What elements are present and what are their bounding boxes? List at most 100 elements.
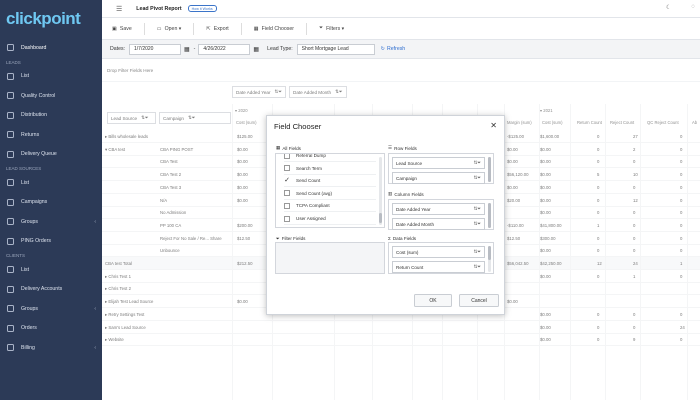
column-field-item[interactable]: Date Added Month ⇅⏷ <box>392 218 485 230</box>
cancel-button[interactable]: Cancel <box>459 294 499 307</box>
campaigns-icon <box>7 198 14 206</box>
calendar-icon[interactable]: ▦ <box>184 46 190 53</box>
field-checkbox[interactable] <box>284 190 290 197</box>
sort-filter-icon[interactable]: ⇅⏷ <box>474 160 481 166</box>
field-label: User Assigned <box>296 216 326 221</box>
column-field-item[interactable]: Date Added Year ⇅⏷ <box>392 203 485 215</box>
sidebar-item-orders[interactable]: Orders <box>0 319 102 339</box>
field-checkbox[interactable] <box>284 165 290 172</box>
dark-mode-icon[interactable]: ☾ <box>666 4 671 11</box>
lead-type-select[interactable]: Short Mortgage Lead <box>296 43 375 55</box>
field-chooser-button[interactable]: ▦ Field Chooser <box>254 26 294 32</box>
row-fields-scrollbar[interactable] <box>488 157 491 182</box>
scrollbar-thumb[interactable] <box>379 213 382 223</box>
calendar-icon[interactable]: ▦ <box>253 46 259 53</box>
chevron-left-icon[interactable]: ‹ <box>94 219 96 225</box>
scrollbar-thumb[interactable] <box>488 157 491 182</box>
sidebar-item-delivery-queue[interactable]: Delivery Queue <box>0 145 102 165</box>
field-checkbox[interactable] <box>284 154 290 159</box>
sidebar-item-groups[interactable]: Groups ‹ <box>0 299 102 319</box>
list-icon <box>7 72 14 80</box>
row-field-item[interactable]: Campaign ⇅⏷ <box>392 172 485 184</box>
sidebar-item-billing[interactable]: Billing ‹ <box>0 338 102 358</box>
field-list-item[interactable]: Search Term <box>284 163 376 175</box>
filter-icon: ⏷ <box>276 236 280 241</box>
field-list-item[interactable]: Referral Dump <box>284 154 376 162</box>
list-icon <box>7 179 14 187</box>
dialog-title: Field Chooser <box>274 122 322 131</box>
save-button[interactable]: ▣ Save <box>112 26 132 32</box>
sidebar-item-delivery-accounts[interactable]: Delivery Accounts <box>0 280 102 300</box>
field-list-item[interactable]: TCPA Compliant <box>284 200 376 213</box>
sidebar-item-distribution[interactable]: Distribution <box>0 106 102 126</box>
sidebar-item-label: Quality Control <box>21 92 56 99</box>
sidebar-item-list[interactable]: List <box>0 260 102 280</box>
data-fields-zone[interactable]: Cost (sum) ⇅⏷ Return Count ⇅⏷ <box>388 242 494 274</box>
clickpoint-logo[interactable]: clickpoint <box>0 0 102 38</box>
scrollbar-thumb[interactable] <box>488 246 491 260</box>
date-range-dash: - <box>193 46 196 52</box>
returns-icon <box>7 131 14 139</box>
refresh-label: Refresh <box>387 46 406 52</box>
sidebar-item-list[interactable]: List <box>0 67 102 87</box>
data-field-item[interactable]: Return Count ⇅⏷ <box>392 261 485 273</box>
column-fields-scrollbar[interactable] <box>488 203 491 228</box>
field-list-item[interactable]: ✓ Send Count <box>284 175 376 188</box>
field-label: Send Count (avg) <box>296 190 333 196</box>
filter-fields-header: ⏷ Filter Fields <box>276 236 305 241</box>
open-button[interactable]: ▭ Open ▾ <box>157 26 182 32</box>
date-to-input[interactable]: 4/26/2022 <box>198 43 251 55</box>
refresh-button[interactable]: ↻ Refresh <box>381 46 406 52</box>
column-fields-zone[interactable]: Date Added Year ⇅⏷ Date Added Month ⇅⏷ <box>388 199 494 230</box>
chevron-left-icon[interactable]: ‹ <box>94 306 96 312</box>
row-fields-zone[interactable]: Lead Source ⇅⏷ Campaign ⇅⏷ <box>388 153 494 184</box>
ping-orders-icon <box>7 237 14 245</box>
sort-filter-icon[interactable]: ⇅⏷ <box>474 221 481 227</box>
data-fields-scrollbar[interactable] <box>488 246 491 272</box>
chevron-left-icon[interactable]: ‹ <box>94 345 96 351</box>
date-from-input[interactable]: 1/7/2020 <box>129 43 181 55</box>
sort-filter-icon[interactable]: ⇅⏷ <box>474 206 481 212</box>
field-list-item[interactable]: Valid <box>284 226 376 227</box>
export-button[interactable]: ⇱ Export <box>206 26 228 32</box>
orders-icon <box>7 324 14 332</box>
toolbar-divider <box>193 22 195 35</box>
sidebar-item-groups[interactable]: Groups ‹ <box>0 212 102 232</box>
close-icon[interactable]: ✕ <box>490 121 497 130</box>
row-field-item[interactable]: Lead Source ⇅⏷ <box>392 157 485 169</box>
sidebar-section-header: LEAD SOURCES <box>6 166 42 171</box>
column-fields-icon: ▥ <box>388 191 393 196</box>
field-checkbox[interactable] <box>284 215 290 222</box>
sidebar-item-ping-orders[interactable]: PING Orders <box>0 232 102 252</box>
sidebar-item-list[interactable]: List <box>0 173 102 193</box>
sidebar-item-label: Dashboard <box>21 44 47 51</box>
sidebar-item-dashboard[interactable]: Dashboard <box>0 38 102 58</box>
sort-filter-icon[interactable]: ⇅⏷ <box>474 264 481 270</box>
filters-button[interactable]: ⏷ Filters ▾ <box>319 25 344 32</box>
sort-filter-icon[interactable]: ⇅⏷ <box>474 249 481 255</box>
sort-filter-icon[interactable]: ⇅⏷ <box>474 175 481 181</box>
menu-icon[interactable]: ☰ <box>116 5 122 13</box>
toolbar-divider <box>240 22 242 35</box>
scrollbar-thumb[interactable] <box>488 203 491 228</box>
filter-fields-zone[interactable] <box>275 242 385 274</box>
data-field-item[interactable]: Cost (sum) ⇅⏷ <box>392 246 485 258</box>
delivery-queue-icon <box>7 150 14 158</box>
all-fields-list[interactable]: Referral Dump Search Term ✓ Send Count Send … <box>275 153 385 228</box>
delivery-accounts-icon <box>7 285 14 293</box>
sidebar-item-quality-control[interactable]: Quality Control <box>0 86 102 106</box>
field-checkbox[interactable] <box>284 202 290 209</box>
quality-control-icon <box>7 92 14 100</box>
field-list-item[interactable]: Send Count (avg) <box>284 188 376 200</box>
sidebar-section-header: CLIENTS <box>6 253 26 258</box>
sidebar-item-campaigns[interactable]: Campaigns <box>0 193 102 213</box>
sidebar-item-returns[interactable]: Returns <box>0 125 102 145</box>
how-it-works-badge[interactable]: How it Works <box>187 5 217 12</box>
data-fields-label: Data Fields <box>392 236 417 241</box>
help-icon[interactable]: ◌ <box>691 4 695 11</box>
ok-button[interactable]: OK <box>414 294 452 307</box>
groups-icon <box>7 218 14 226</box>
field-checkbox[interactable]: ✓ <box>284 177 290 184</box>
field-list-item[interactable]: User Assigned <box>284 213 376 225</box>
all-fields-scrollbar[interactable] <box>379 157 382 225</box>
